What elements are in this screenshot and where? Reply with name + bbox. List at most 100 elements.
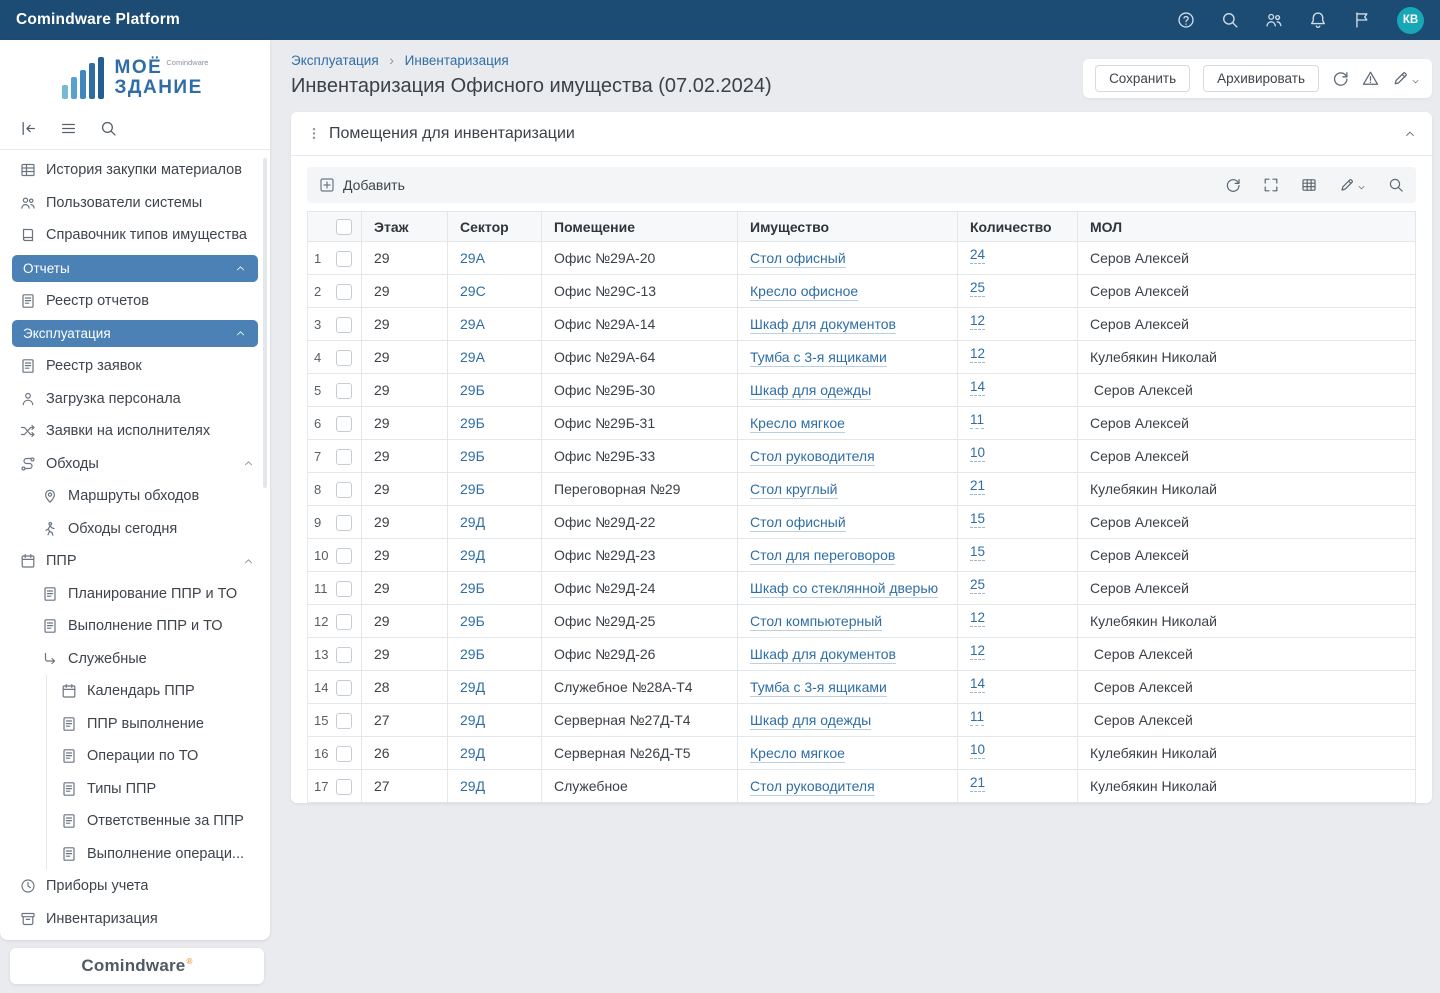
table-edit-dropdown[interactable] bbox=[1339, 177, 1366, 193]
sector-link[interactable]: 29Б bbox=[460, 646, 485, 662]
breadcrumb-link-inventory[interactable]: Инвентаризация bbox=[405, 53, 509, 68]
save-button[interactable]: Сохранить bbox=[1095, 65, 1191, 92]
app-logo[interactable]: МОЁ Comindware ЗДАНИЕ bbox=[0, 40, 270, 110]
sector-link[interactable]: 29Д bbox=[460, 679, 485, 695]
quantity-value[interactable]: 12 bbox=[970, 313, 986, 330]
breadcrumb-link-exploitation[interactable]: Эксплуатация bbox=[291, 53, 379, 68]
sector-link[interactable]: 29Д bbox=[460, 745, 485, 761]
quantity-value[interactable]: 25 bbox=[970, 280, 986, 297]
row-checkbox[interactable] bbox=[336, 514, 352, 531]
quantity-value[interactable]: 21 bbox=[970, 478, 986, 495]
asset-link[interactable]: Тумба с 3-я ящиками bbox=[750, 679, 887, 697]
refresh-table-icon[interactable] bbox=[1225, 177, 1241, 193]
sidebar-item-23[interactable]: Инвентаризация bbox=[0, 903, 270, 936]
row-checkbox[interactable] bbox=[336, 778, 352, 795]
sidebar-item-22[interactable]: Приборы учета bbox=[0, 870, 270, 903]
column-header-quantity[interactable]: Количество bbox=[957, 211, 1078, 242]
sidebar-section-3[interactable]: Отчеты bbox=[12, 254, 258, 282]
row-checkbox[interactable] bbox=[336, 547, 352, 564]
sector-link[interactable]: 29Д bbox=[460, 547, 485, 563]
add-button[interactable]: Добавить bbox=[319, 177, 405, 193]
row-checkbox[interactable] bbox=[336, 745, 352, 762]
sidebar-item-6[interactable]: Реестр заявок bbox=[0, 350, 270, 383]
quantity-value[interactable]: 14 bbox=[970, 379, 986, 396]
asset-link[interactable]: Кресло офисное bbox=[750, 283, 859, 301]
column-header-asset[interactable]: Имущество bbox=[737, 211, 958, 242]
flag-icon[interactable] bbox=[1353, 11, 1371, 29]
warning-icon[interactable] bbox=[1362, 70, 1379, 87]
drag-handle-icon[interactable] bbox=[307, 126, 321, 141]
row-checkbox[interactable] bbox=[336, 646, 352, 663]
asset-link[interactable]: Стол офисный bbox=[750, 514, 846, 532]
sector-link[interactable]: 29Б bbox=[460, 448, 485, 464]
sector-link[interactable]: 29Д bbox=[460, 514, 485, 530]
quantity-value[interactable]: 10 bbox=[970, 742, 986, 759]
row-checkbox[interactable] bbox=[336, 481, 352, 498]
column-header-sector[interactable]: Сектор bbox=[447, 211, 542, 242]
sidebar-item-15[interactable]: Служебные bbox=[0, 643, 270, 676]
column-header-room[interactable]: Помещение bbox=[541, 211, 738, 242]
quantity-value[interactable]: 12 bbox=[970, 346, 986, 363]
table-search-icon[interactable] bbox=[1388, 177, 1404, 193]
sector-link[interactable]: 29Д bbox=[460, 712, 485, 728]
users-icon[interactable] bbox=[1265, 11, 1283, 29]
sidebar-item-17[interactable]: ППР выполнение bbox=[46, 707, 270, 740]
row-checkbox[interactable] bbox=[336, 580, 352, 597]
sidebar-item-21[interactable]: Выполнение операци... bbox=[46, 837, 270, 870]
sidebar-item-19[interactable]: Типы ППР bbox=[46, 772, 270, 805]
sidebar-item-18[interactable]: Операции по ТО bbox=[46, 740, 270, 773]
quantity-value[interactable]: 10 bbox=[970, 445, 986, 462]
search-icon[interactable] bbox=[1221, 11, 1239, 29]
asset-link[interactable]: Тумба с 3-я ящиками bbox=[750, 349, 887, 367]
sidebar-item-14[interactable]: Выполнение ППР и ТО bbox=[0, 610, 270, 643]
row-checkbox[interactable] bbox=[336, 712, 352, 729]
quantity-value[interactable]: 12 bbox=[970, 610, 986, 627]
sector-link[interactable]: 29А bbox=[460, 349, 485, 365]
row-checkbox[interactable] bbox=[336, 679, 352, 696]
quantity-value[interactable]: 12 bbox=[970, 643, 986, 660]
sidebar-item-12[interactable]: ППР bbox=[0, 545, 270, 578]
sector-link[interactable]: 29Д bbox=[460, 778, 485, 794]
avatar[interactable]: КВ bbox=[1397, 6, 1424, 34]
sidebar-item-0[interactable]: История закупки материалов bbox=[0, 154, 270, 187]
asset-link[interactable]: Стол офисный bbox=[750, 250, 846, 268]
sidebar-item-11[interactable]: Обходы сегодня bbox=[0, 513, 270, 546]
refresh-icon[interactable] bbox=[1332, 70, 1349, 87]
row-checkbox[interactable] bbox=[336, 613, 352, 630]
asset-link[interactable]: Стол руководителя bbox=[750, 778, 875, 796]
sector-link[interactable]: 29Б bbox=[460, 382, 485, 398]
column-header-floor[interactable]: Этаж bbox=[361, 211, 448, 242]
sidebar-item-16[interactable]: Календарь ППР bbox=[46, 675, 270, 708]
row-checkbox[interactable] bbox=[336, 349, 352, 366]
asset-link[interactable]: Стол компьютерный bbox=[750, 613, 883, 631]
row-checkbox[interactable] bbox=[336, 250, 352, 267]
sidebar-item-2[interactable]: Справочник типов имущества bbox=[0, 219, 270, 252]
asset-link[interactable]: Шкаф для документов bbox=[750, 316, 896, 334]
sidebar-item-9[interactable]: Обходы bbox=[0, 448, 270, 481]
sector-link[interactable]: 29Б bbox=[460, 613, 485, 629]
row-checkbox[interactable] bbox=[336, 283, 352, 300]
sector-link[interactable]: 29А bbox=[460, 250, 485, 266]
sector-link[interactable]: 29Б bbox=[460, 580, 485, 596]
quantity-value[interactable]: 15 bbox=[970, 511, 986, 528]
asset-link[interactable]: Шкаф для одежды bbox=[750, 382, 872, 400]
row-checkbox[interactable] bbox=[336, 415, 352, 432]
row-checkbox[interactable] bbox=[336, 448, 352, 465]
column-header-mol[interactable]: МОЛ bbox=[1077, 211, 1416, 242]
sidebar-item-4[interactable]: Реестр отчетов bbox=[0, 285, 270, 318]
asset-link[interactable]: Кресло мягкое bbox=[750, 415, 845, 433]
collapse-panel-icon[interactable] bbox=[1404, 128, 1416, 140]
sector-link[interactable]: 29А bbox=[460, 316, 485, 332]
archive-button[interactable]: Архивировать bbox=[1203, 65, 1319, 92]
asset-link[interactable]: Стол руководителя bbox=[750, 448, 875, 466]
fullscreen-icon[interactable] bbox=[1263, 177, 1279, 193]
collapse-sidebar-icon[interactable] bbox=[20, 120, 37, 137]
sidebar-item-1[interactable]: Пользователи системы bbox=[0, 187, 270, 220]
sidebar-item-8[interactable]: Заявки на исполнителях bbox=[0, 415, 270, 448]
sidebar-item-10[interactable]: Маршруты обходов bbox=[0, 480, 270, 513]
menu-list-icon[interactable] bbox=[60, 120, 77, 137]
row-checkbox[interactable] bbox=[336, 316, 352, 333]
sidebar-search-icon[interactable] bbox=[100, 120, 117, 137]
select-all-checkbox[interactable] bbox=[336, 219, 352, 236]
sector-link[interactable]: 29С bbox=[460, 283, 486, 299]
